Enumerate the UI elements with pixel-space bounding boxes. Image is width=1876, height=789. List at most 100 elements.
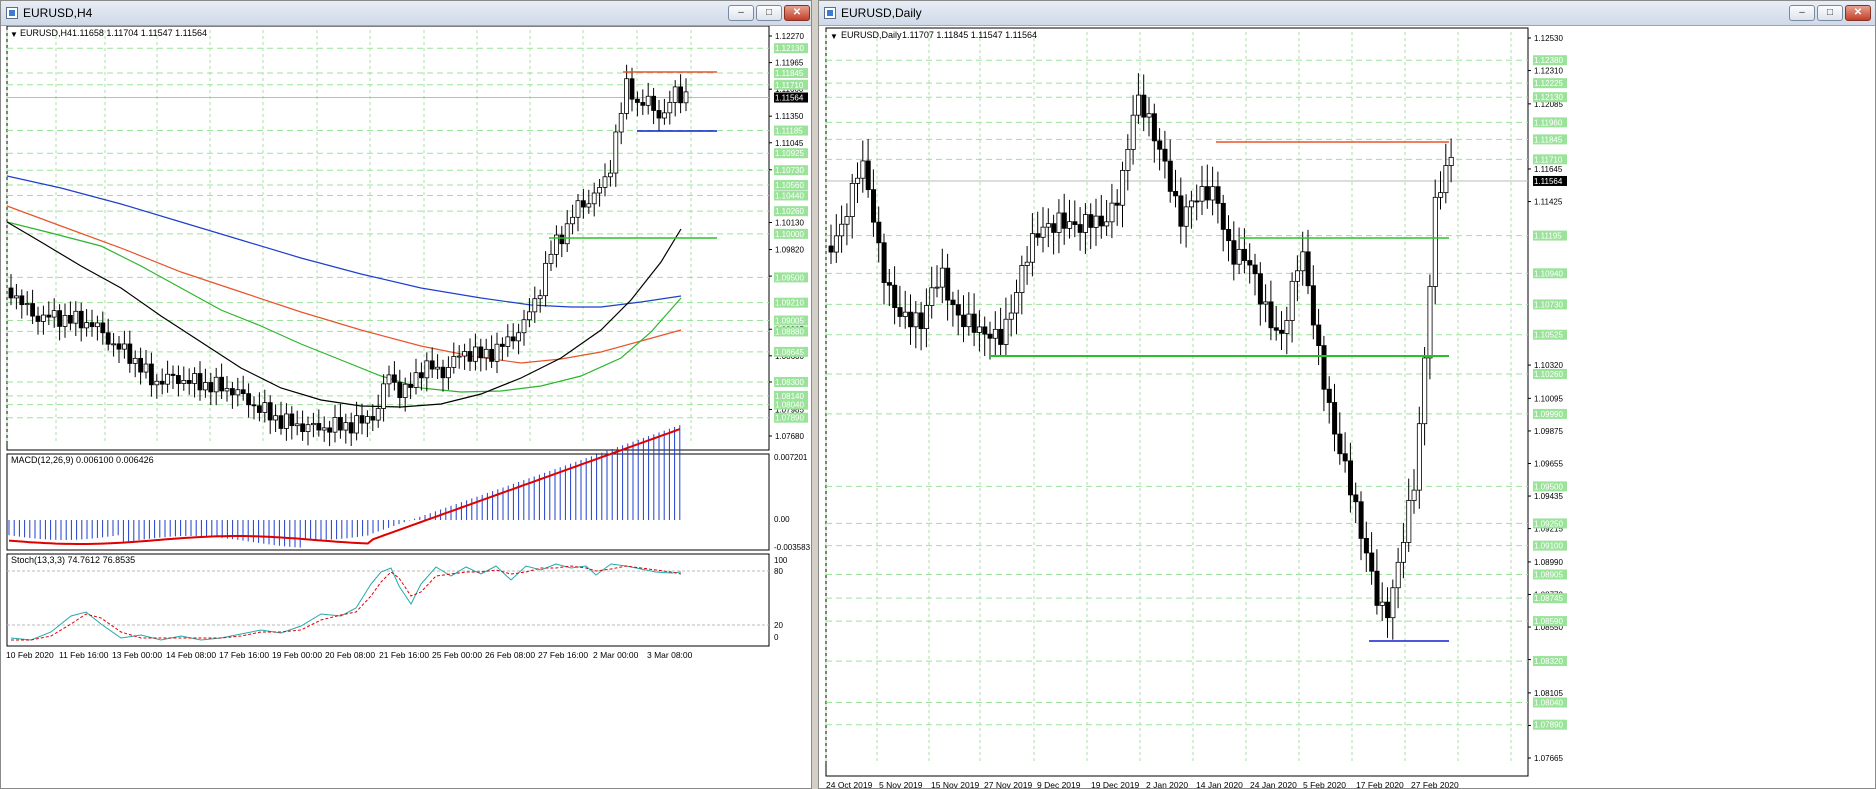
candle-body xyxy=(586,203,592,208)
level-price-label: 1.12130 xyxy=(775,44,804,53)
right-window-titlebar[interactable]: EURUSD,Daily – □ ✕ xyxy=(819,1,1875,26)
candle-body xyxy=(1332,402,1338,435)
candle-body xyxy=(667,102,673,114)
candle-body xyxy=(467,351,473,362)
candle-body xyxy=(84,322,89,329)
candle-body xyxy=(289,413,295,427)
candle-body xyxy=(1151,113,1157,142)
price-scale-label: 1.07665 xyxy=(1534,754,1563,763)
close-button[interactable]: ✕ xyxy=(784,5,810,21)
level-price-label: 1.08590 xyxy=(1534,617,1563,626)
candle-body xyxy=(116,343,122,350)
candle-body xyxy=(251,404,257,407)
candle-body xyxy=(1173,190,1179,197)
candle-body xyxy=(1194,200,1200,203)
price-scale-label: 1.09435 xyxy=(1534,492,1563,501)
price-axis[interactable]: 1.122701.119651.116601.113501.110451.107… xyxy=(769,32,808,441)
right-window-title: EURUSD,Daily xyxy=(841,6,922,20)
candle-body xyxy=(381,383,387,409)
time-axis: 24 Oct 2019 5 Nov 2019 15 Nov 2019 27 Nov 2… xyxy=(826,780,1459,789)
candle-body xyxy=(527,311,532,321)
time-axis-label: 5 Nov 2019 xyxy=(879,780,923,789)
level-price-label: 1.09500 xyxy=(775,273,804,282)
candle-body xyxy=(186,380,192,384)
candle-body xyxy=(559,234,565,245)
time-axis-label: 21 Feb 16:00 xyxy=(379,650,429,660)
candle-body xyxy=(1226,228,1232,242)
candle-body xyxy=(645,95,651,106)
candle-body xyxy=(945,267,951,301)
candle-body xyxy=(370,416,376,421)
left-chart-window[interactable]: EURUSD,H4 – □ ✕ ▼ EURUSD,H4 1.11658 1.11… xyxy=(0,0,812,789)
candle-body xyxy=(408,383,414,388)
right-chart-area[interactable]: ▼ EURUSD,Daily 1.11707 1.11845 1.11547 1… xyxy=(819,26,1875,788)
stochastic-label: Stoch(13,3,3) 74.7612 76.8535 xyxy=(11,555,135,565)
candle-body xyxy=(1247,260,1253,266)
time-axis-label: 15 Nov 2019 xyxy=(931,780,979,789)
candle-body xyxy=(1326,388,1332,403)
minimize-button[interactable]: – xyxy=(728,5,754,21)
candle-body xyxy=(581,200,586,208)
level-price-label: 1.08040 xyxy=(775,401,804,410)
candle-body xyxy=(987,333,993,339)
macd-axis-label: 0.007201 xyxy=(774,453,808,462)
candle-body xyxy=(445,367,451,379)
candle-body xyxy=(1348,460,1354,496)
left-chart-area[interactable]: ▼ EURUSD,H4 1.11658 1.11704 1.11547 1.11… xyxy=(1,25,812,789)
candle-body xyxy=(564,223,570,245)
candle-body xyxy=(613,131,619,174)
candle-body xyxy=(992,328,998,339)
time-axis-label: 24 Jan 2020 xyxy=(1250,780,1297,789)
candle-body xyxy=(1316,324,1322,347)
candle-body xyxy=(982,326,988,335)
daily-chart-canvas[interactable]: ▼ EURUSD,Daily 1.11707 1.11845 1.11547 1… xyxy=(819,26,1875,789)
candle-body xyxy=(46,314,52,318)
level-price-label: 1.08140 xyxy=(775,392,804,401)
price-scale-label: 1.07680 xyxy=(775,432,804,441)
candle-body xyxy=(73,310,79,324)
candle-body xyxy=(316,423,322,431)
right-chart-window[interactable]: EURUSD,Daily – □ ✕ ▼ EURUSD,Daily 1.1170… xyxy=(818,0,1876,789)
candle-body xyxy=(267,402,273,421)
time-axis-label: 27 Feb 16:00 xyxy=(538,650,588,660)
candle-body xyxy=(1432,196,1438,287)
candle-body xyxy=(138,357,144,373)
candle-body xyxy=(1342,453,1348,462)
maximize-button[interactable]: □ xyxy=(1817,5,1843,21)
level-price-label: 1.10730 xyxy=(775,166,804,175)
price-scale-label: 1.09655 xyxy=(1534,459,1563,468)
candle-body xyxy=(683,91,689,104)
candle-body xyxy=(451,356,457,368)
price-scale-label: 1.10095 xyxy=(1534,394,1563,403)
maximize-button[interactable]: □ xyxy=(756,5,782,21)
close-button[interactable]: ✕ xyxy=(1845,5,1871,21)
left-window-titlebar[interactable]: EURUSD,H4 – □ ✕ xyxy=(1,1,811,26)
h4-chart-canvas[interactable]: ▼ EURUSD,H4 1.11658 1.11704 1.11547 1.11… xyxy=(1,25,812,789)
candle-body xyxy=(154,380,160,386)
candle-body xyxy=(505,336,511,347)
candle-body xyxy=(1056,212,1062,233)
candle-body xyxy=(1109,202,1115,223)
level-price-label: 1.10730 xyxy=(1534,300,1563,309)
level-price-label: 1.09990 xyxy=(1534,410,1563,419)
macd-label: MACD(12,26,9) 0.006100 0.006426 xyxy=(11,455,154,465)
candle-body xyxy=(283,413,289,429)
candle-body xyxy=(1199,186,1205,202)
candle-body xyxy=(1321,345,1327,390)
candle-body xyxy=(1363,537,1369,554)
candle-body xyxy=(402,383,408,399)
minimize-button[interactable]: – xyxy=(1789,5,1815,21)
macd-pane[interactable] xyxy=(6,453,770,551)
candle-body xyxy=(971,313,977,333)
candle-body xyxy=(435,366,441,370)
candle-body xyxy=(343,422,349,431)
candle-body xyxy=(165,373,171,385)
candle-body xyxy=(418,372,424,379)
price-axis[interactable]: 1.125301.123101.120851.116451.114251.103… xyxy=(1528,34,1567,763)
candle-body xyxy=(1061,212,1067,229)
candle-body xyxy=(256,405,262,413)
candle-body xyxy=(1141,94,1147,118)
candle-body xyxy=(913,312,919,328)
candle-body xyxy=(1252,264,1258,275)
candle-body xyxy=(1088,214,1094,228)
